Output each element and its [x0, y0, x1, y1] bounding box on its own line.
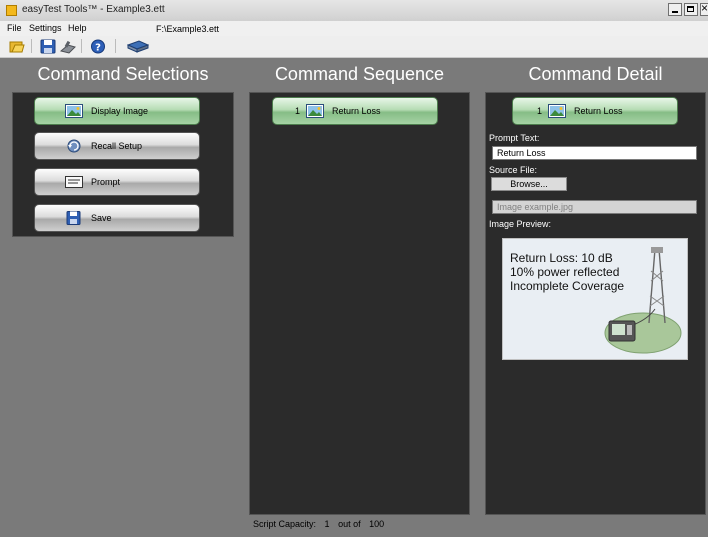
sequence-item-label: Return Loss: [332, 106, 381, 116]
menu-file[interactable]: File: [7, 23, 22, 33]
recall-setup-button[interactable]: Recall Setup: [34, 132, 200, 160]
script-capacity: Script Capacity: 1 out of 100: [253, 519, 390, 529]
capacity-used: 1: [324, 519, 330, 529]
open-folder-icon[interactable]: [9, 39, 25, 54]
prompt-button[interactable]: Prompt: [34, 168, 200, 196]
svg-text:?: ?: [95, 43, 101, 54]
menu-settings[interactable]: Settings: [29, 23, 62, 33]
menu-help[interactable]: Help: [68, 23, 87, 33]
image-preview: Return Loss: 10 dB 10% power reflected I…: [502, 238, 688, 360]
file-path: F:\Example3.ett: [156, 24, 220, 34]
source-file-field: Image example.jpg: [492, 200, 697, 214]
close-button[interactable]: [700, 1, 708, 16]
command-sequence-panel: [249, 92, 470, 515]
image-preview-label: Image Preview:: [489, 219, 552, 229]
save-button[interactable]: Save: [34, 204, 200, 232]
prompt-icon: [65, 176, 83, 188]
maximize-button[interactable]: [684, 3, 698, 16]
window-title: easyTest Tools™ - Example3.ett: [22, 4, 165, 15]
prompt-text-label: Prompt Text:: [489, 133, 540, 143]
toolbar-separator: [81, 39, 82, 53]
save-icon: [66, 211, 81, 225]
prompt-label: Prompt: [91, 177, 121, 187]
recall-icon: [67, 139, 81, 153]
display-image-button[interactable]: Display Image: [34, 97, 200, 125]
instrument-icon[interactable]: [60, 39, 76, 54]
capacity-label: Script Capacity:: [253, 519, 317, 529]
toolbar-separator: [115, 39, 116, 53]
detail-command-title: Return Loss: [574, 106, 623, 116]
image-icon: [306, 104, 325, 118]
toolbar-separator: [31, 39, 32, 53]
capacity-max: 100: [369, 519, 385, 529]
title-bar: easyTest Tools™ - Example3.ett: [0, 0, 708, 22]
browse-button[interactable]: Browse...: [491, 177, 567, 191]
display-image-label: Display Image: [91, 106, 149, 116]
connect-device-icon[interactable]: [127, 39, 149, 54]
sequence-item-index: 1: [295, 106, 301, 116]
command-sequence-heading: Command Sequence: [274, 64, 445, 84]
detail-command-header: 1 Return Loss: [512, 97, 678, 125]
save-label: Save: [91, 213, 112, 223]
image-icon: [65, 104, 83, 118]
capacity-out-of: out of: [338, 519, 361, 529]
prompt-text-input[interactable]: Return Loss: [492, 146, 697, 160]
menu-bar: File Settings Help F:\Example3.ett: [0, 21, 708, 36]
toolbar: ?: [0, 36, 708, 58]
image-icon: [548, 104, 567, 118]
save-icon[interactable]: [40, 39, 56, 54]
minimize-button[interactable]: [668, 3, 682, 16]
window-controls: [666, 1, 708, 16]
command-detail-heading: Command Detail: [528, 64, 663, 84]
recall-setup-label: Recall Setup: [91, 141, 143, 151]
cell-tower-illustration: [604, 247, 682, 354]
sequence-item-return-loss[interactable]: 1 Return Loss: [272, 97, 438, 125]
source-file-label: Source File:: [489, 165, 538, 175]
help-icon[interactable]: ?: [90, 39, 106, 54]
app-icon: [6, 5, 17, 16]
detail-command-index: 1: [537, 106, 543, 116]
command-selections-heading: Command Selections: [37, 64, 209, 84]
